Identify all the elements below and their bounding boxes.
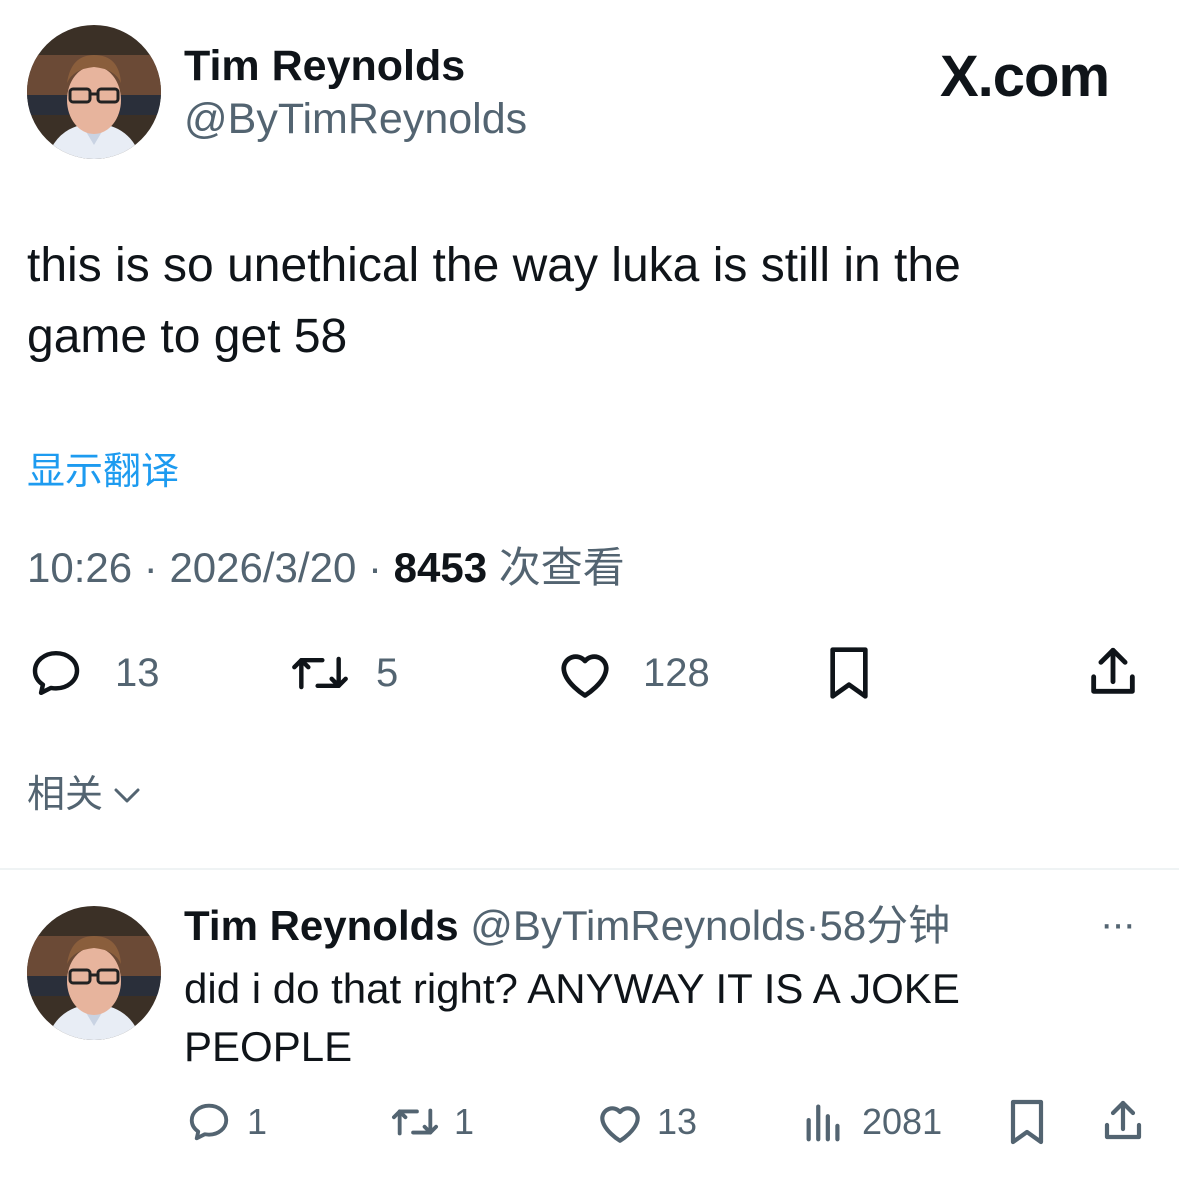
like-icon [595,1099,645,1145]
tweet-meta: 10:26 · 2026/3/20 · 8453 次查看 [27,544,625,592]
reply-retweet-count: 1 [454,1101,475,1142]
chevron-down-icon [111,771,143,819]
tweet-date[interactable]: 2026/3/20 [169,544,356,591]
bookmark-icon [823,645,875,701]
reply-views-count: 2081 [862,1101,943,1142]
tweet-time[interactable]: 10:26 [27,544,132,591]
retweet-button[interactable]: 5 [288,645,398,701]
reply-reply-button[interactable]: 1 [185,1099,267,1145]
reply-like-count: 13 [657,1101,698,1142]
meta-separator: · [367,544,382,591]
views-count: 8453 [393,544,488,591]
reply-icon [27,645,85,701]
related-toggle[interactable]: 相关 [27,771,143,819]
reply-time[interactable]: 58分钟 [819,902,950,949]
share-icon [1100,1097,1146,1145]
reply-like-button[interactable]: 13 [595,1099,697,1145]
reply-icon [185,1099,233,1145]
translate-link[interactable]: 显示翻译 [27,449,179,495]
reply-bookmark-button[interactable] [1006,1098,1048,1146]
like-icon [555,645,615,701]
reply-reply-count: 1 [247,1101,268,1142]
reply-views-button[interactable]: 2081 [802,1099,942,1145]
author-handle[interactable]: @ByTimReynolds [184,95,527,143]
bookmark-icon [1006,1098,1048,1146]
retweet-icon [388,1099,442,1145]
x-com-logo: X.com [940,44,1110,109]
meta-separator: · [143,544,158,591]
reply-button[interactable]: 13 [27,645,160,701]
avatar[interactable] [27,25,161,159]
views-label: 次查看 [498,544,625,591]
divider [0,868,1179,870]
reply-author-name[interactable]: Tim Reynolds [184,902,459,949]
bookmark-button[interactable] [823,645,875,701]
reply-text: did i do that right? ANYWAY IT IS A JOKE… [184,965,960,1070]
related-label: 相关 [27,774,104,816]
reply-count: 13 [115,650,160,695]
retweet-count: 5 [376,650,399,695]
reply-retweet-button[interactable]: 1 [388,1099,474,1145]
like-button[interactable]: 128 [555,645,710,701]
more-icon[interactable]: ··· [1100,902,1136,946]
share-icon [1086,643,1140,701]
reply-share-button[interactable] [1100,1097,1146,1145]
reply-avatar[interactable] [27,906,161,1040]
reply-separator: · [805,902,820,949]
share-button[interactable] [1086,643,1140,701]
like-count: 128 [643,650,710,695]
reply-header: Tim Reynolds @ByTimReynolds·58分钟 [184,901,950,951]
views-icon [802,1099,846,1145]
reply-author-handle[interactable]: @ByTimReynolds [470,902,805,949]
tweet-text: this is so unethical the way luka is sti… [27,239,961,363]
author-name[interactable]: Tim Reynolds [184,42,465,90]
retweet-icon [288,645,352,701]
